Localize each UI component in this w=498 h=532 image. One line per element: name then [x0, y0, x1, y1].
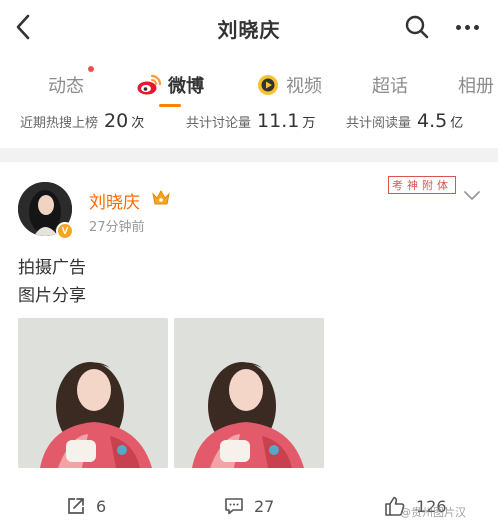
post-time: 27分钟前	[89, 220, 145, 235]
search-icon	[405, 15, 429, 39]
profile-tabs: 动态 微博 视频 超话 相册	[0, 60, 498, 110]
post-image[interactable]	[18, 318, 168, 468]
tab-label: 动态	[48, 76, 84, 97]
post-text: 拍摄广告 图片分享	[18, 254, 86, 310]
stat-unit: 万	[302, 116, 316, 131]
hot-stats: 近期热搜上榜 20 次 共计讨论量 11.1 万 共计阅读量 4.5 亿	[0, 106, 498, 146]
weibo-icon	[136, 74, 162, 96]
tab-label: 相册	[458, 76, 494, 97]
stat-hot-search: 近期热搜上榜 20 次	[20, 110, 144, 132]
comment-icon	[225, 498, 243, 515]
stat-value: 11.1	[257, 110, 300, 132]
stat-label: 近期热搜上榜	[20, 116, 99, 131]
weibo-post: V 刘晓庆 27分钟前 考神附体 拍摄广告 图片分享 6 27 126 @贵州图…	[0, 162, 498, 532]
stat-value: 4.5	[417, 110, 448, 132]
tab-album[interactable]: 相册	[458, 72, 494, 98]
top-bar: 刘晓庆	[0, 0, 498, 54]
verified-badge-icon: V	[56, 222, 74, 240]
repost-icon	[68, 498, 84, 514]
tab-label: 超话	[372, 76, 408, 97]
stat-label: 共计讨论量	[186, 116, 252, 131]
notification-dot	[88, 66, 94, 72]
more-dot-icon	[464, 24, 470, 30]
comment-count: 27	[254, 496, 275, 516]
stat-unit: 次	[131, 116, 145, 131]
tab-dynamics[interactable]: 动态	[48, 72, 84, 98]
tab-label: 视频	[286, 76, 322, 97]
author-name[interactable]: 刘晓庆	[89, 188, 140, 213]
photo-portrait-icon	[18, 318, 168, 468]
more-dot-icon	[473, 24, 479, 30]
crown-badge-icon	[151, 188, 171, 208]
tab-label: 微博	[168, 76, 204, 97]
tab-super-topic[interactable]: 超话	[372, 72, 408, 98]
repost-count: 6	[96, 496, 107, 516]
tab-weibo[interactable]: 微博	[136, 72, 204, 98]
post-image[interactable]	[174, 318, 324, 468]
comment-button[interactable]: 27	[224, 496, 274, 516]
image-watermark: @贵州图片汉	[400, 506, 466, 519]
search-button[interactable]	[402, 12, 432, 42]
more-dot-icon	[455, 24, 461, 30]
stat-unit: 亿	[450, 116, 464, 131]
stat-reads: 共计阅读量 4.5 亿	[346, 110, 463, 132]
post-text-line: 拍摄广告	[18, 258, 86, 278]
stat-value: 20	[104, 110, 129, 132]
section-divider	[0, 148, 498, 162]
photo-portrait-icon	[174, 318, 324, 468]
video-icon	[256, 74, 280, 96]
post-stamp: 考神附体	[388, 176, 456, 194]
more-button[interactable]	[450, 12, 484, 42]
tab-video[interactable]: 视频	[256, 72, 322, 98]
chevron-down-icon[interactable]	[462, 188, 482, 202]
stat-discussion: 共计讨论量 11.1 万	[186, 110, 315, 132]
post-text-line: 图片分享	[18, 286, 86, 306]
stat-label: 共计阅读量	[346, 116, 412, 131]
repost-button[interactable]: 6	[66, 496, 106, 516]
